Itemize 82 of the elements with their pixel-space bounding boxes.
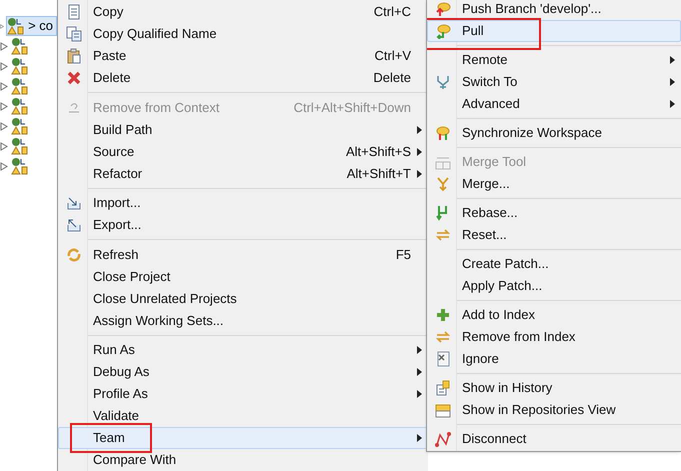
submenu-arrow-icon	[416, 434, 422, 442]
menu-item[interactable]: Copy Qualified Name	[58, 23, 428, 45]
menu-item[interactable]: Synchronize Workspace	[427, 122, 681, 144]
delete-icon	[66, 70, 82, 86]
menu-item[interactable]: Debug As	[58, 361, 428, 383]
project-icon	[11, 157, 29, 175]
menu-item[interactable]: Merge...	[427, 173, 681, 195]
menu-item[interactable]: Ignore	[427, 348, 681, 370]
menu-item[interactable]: Profile As	[58, 383, 428, 405]
submenu-arrow-icon	[416, 126, 422, 134]
menu-item[interactable]: Show in History	[427, 377, 681, 399]
menu-item[interactable]: Build Path	[58, 118, 428, 140]
submenu-arrow-icon	[670, 78, 674, 86]
menu-item[interactable]: Validate	[58, 405, 428, 427]
menu-item[interactable]: Remote	[427, 49, 681, 71]
expand-icon[interactable]	[0, 82, 8, 90]
menu-item[interactable]: Close Project	[58, 266, 428, 288]
menu-item[interactable]: Remove from Index	[427, 326, 681, 348]
menu-item[interactable]: Refactor Alt+Shift+T	[58, 162, 428, 184]
disconnect-icon	[434, 431, 450, 447]
submenu-arrow-icon	[416, 368, 422, 376]
menu-item[interactable]: Refresh F5	[58, 244, 428, 266]
git-folder-icon	[434, 402, 450, 418]
menu-item[interactable]: Reset...	[427, 224, 681, 246]
submenu-arrow-icon	[670, 56, 674, 64]
clipboard-icon	[66, 48, 82, 64]
menu-item[interactable]: Apply Patch...	[427, 275, 681, 297]
project-icon	[11, 57, 29, 75]
menu-item[interactable]: Rebase...	[427, 202, 681, 224]
project-icon	[11, 77, 29, 95]
submenu-arrow-icon	[670, 100, 674, 108]
menu-item[interactable]: Show in Repositories View	[427, 399, 681, 421]
menu-item[interactable]: Pull	[427, 20, 681, 42]
project-icon	[7, 17, 26, 35]
cloud-download-icon	[434, 23, 450, 39]
menu-item[interactable]: Source Alt+Shift+S	[58, 140, 428, 162]
menu-item[interactable]: Import...	[58, 192, 428, 214]
menu-item[interactable]: Disconnect	[427, 428, 681, 450]
submenu-arrow-icon	[416, 170, 422, 178]
menu-item[interactable]: Close Unrelated Projects	[58, 288, 428, 310]
export-icon	[66, 217, 82, 233]
menu-item[interactable]: Advanced	[427, 93, 681, 115]
menu-item[interactable]: Team	[58, 427, 428, 449]
expand-icon[interactable]	[0, 142, 8, 150]
refresh-icon	[66, 246, 82, 262]
submenu-arrow-icon	[416, 390, 422, 398]
project-icon	[11, 97, 29, 115]
tree-item[interactable]: > co	[6, 16, 57, 36]
menu-item[interactable]: Switch To	[427, 71, 681, 93]
arrows-icon	[434, 227, 450, 243]
expand-icon[interactable]	[0, 22, 4, 30]
expand-icon[interactable]	[0, 162, 8, 170]
merge-icon	[434, 176, 450, 192]
menu-item[interactable]: Create Patch...	[427, 253, 681, 275]
menu-item[interactable]: Push Branch 'develop'...	[427, 0, 681, 20]
menu-item[interactable]: Delete Delete	[58, 67, 428, 89]
expand-icon[interactable]	[0, 102, 8, 110]
ignore-icon	[434, 351, 450, 367]
menu-item[interactable]: Compare With	[58, 449, 428, 471]
import-icon	[66, 195, 82, 211]
arrows-icon	[434, 329, 450, 345]
cloud-sync-icon	[434, 125, 450, 141]
project-icon	[11, 117, 29, 135]
menu-item[interactable]: Paste Ctrl+V	[58, 45, 428, 67]
menu-item[interactable]: Add to Index	[427, 304, 681, 326]
menu-item[interactable]: Run As	[58, 339, 428, 361]
history-icon	[434, 380, 450, 396]
menu-item[interactable]: Copy Ctrl+C	[58, 1, 428, 23]
project-icon	[11, 137, 29, 155]
plus-icon	[434, 307, 450, 323]
document-icon	[66, 4, 82, 20]
submenu-arrow-icon	[416, 346, 422, 354]
menu-item[interactable]: Export...	[58, 214, 428, 236]
expand-icon[interactable]	[0, 122, 8, 130]
cloud-upload-icon	[434, 1, 450, 17]
expand-icon[interactable]	[0, 62, 8, 70]
submenu-arrow-icon	[416, 148, 422, 156]
project-icon	[11, 37, 29, 55]
documents-icon	[66, 26, 82, 42]
branches-icon	[434, 74, 450, 90]
expand-icon[interactable]	[0, 42, 8, 50]
menu-item[interactable]: Assign Working Sets...	[58, 310, 428, 332]
